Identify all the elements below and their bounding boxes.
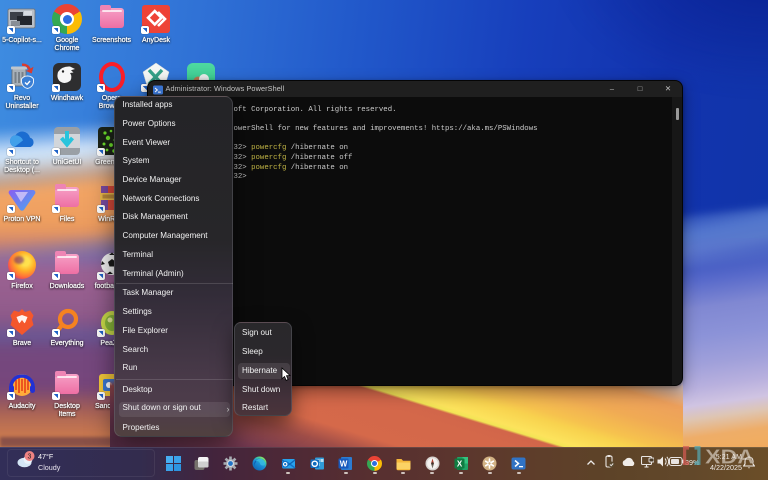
svg-text:XDA: XDA [705, 446, 754, 469]
svg-text:3: 3 [28, 454, 32, 461]
svg-text:W: W [340, 459, 348, 468]
svg-text:X: X [456, 459, 462, 468]
